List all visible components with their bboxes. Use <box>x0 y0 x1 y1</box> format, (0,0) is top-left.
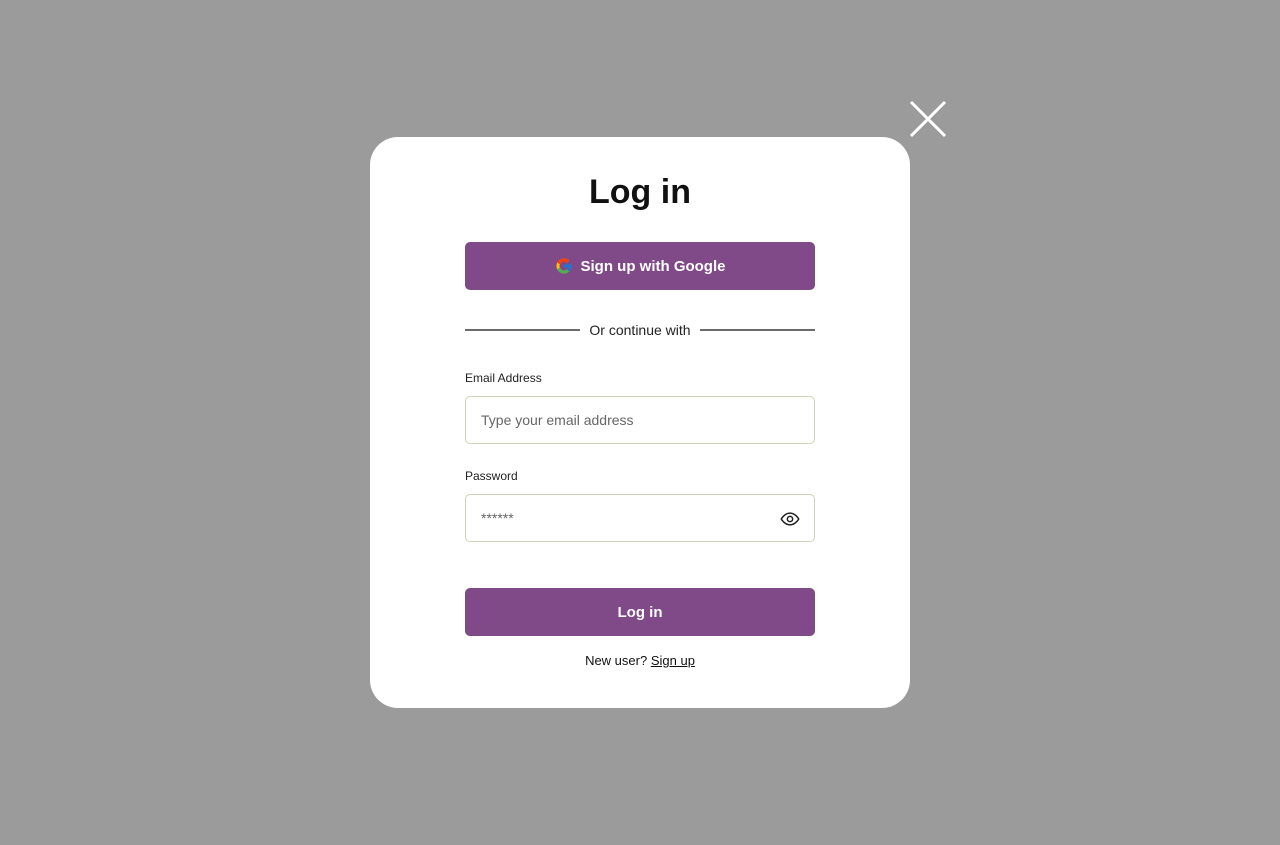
signup-prompt-text: New user? <box>585 653 648 668</box>
divider-text: Or continue with <box>589 322 691 338</box>
divider-line-right <box>699 329 816 331</box>
email-label: Email Address <box>465 371 542 385</box>
signup-link[interactable]: Sign up <box>651 653 695 668</box>
close-icon <box>909 100 947 138</box>
login-button[interactable]: Log in <box>465 588 815 636</box>
divider: Or continue with <box>465 319 816 341</box>
password-field[interactable] <box>481 495 771 541</box>
google-icon <box>555 257 573 275</box>
close-button[interactable] <box>909 100 947 138</box>
email-field[interactable] <box>481 397 771 443</box>
divider-line-left <box>465 329 581 331</box>
password-field-container <box>465 494 815 542</box>
email-field-container <box>465 396 815 444</box>
signup-prompt: New user? Sign up <box>370 653 910 668</box>
google-signup-button[interactable]: Sign up with Google <box>465 242 815 290</box>
login-modal: Log in Sign up with Google Or continue w… <box>370 137 910 708</box>
google-signup-label: Sign up with Google <box>580 257 726 275</box>
password-label: Password <box>465 469 518 483</box>
eye-icon[interactable] <box>780 509 800 529</box>
modal-title: Log in <box>589 173 691 211</box>
